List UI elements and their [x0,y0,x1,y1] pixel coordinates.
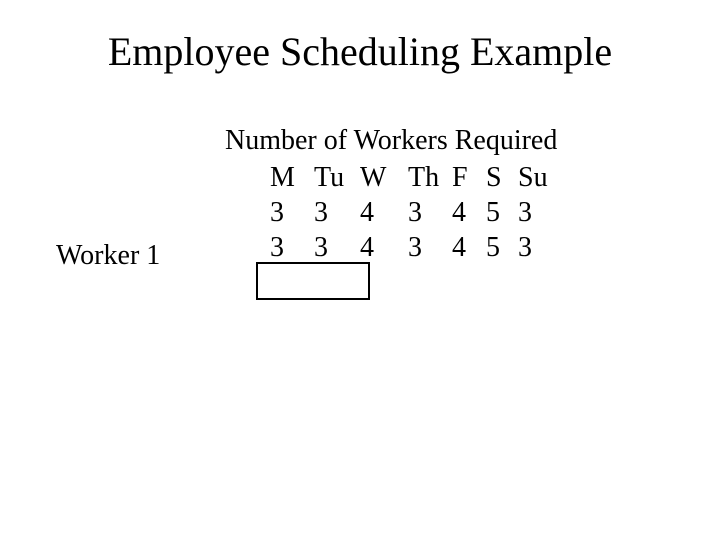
w1-tu: 3 [314,232,360,264]
header-th: Th [408,162,452,194]
header-su: Su [518,162,560,194]
header-row: M Tu W Th F S Su [268,160,560,195]
highlight-box [256,262,370,300]
req-th: 3 [408,197,452,229]
worker1-row: 3 3 4 3 4 5 3 [268,230,560,265]
header-tu: Tu [314,162,360,194]
header-m: M [268,162,314,194]
req-tu: 3 [314,197,360,229]
w1-m: 3 [268,232,314,264]
slide-title: Employee Scheduling Example [0,0,720,75]
table-subtitle: Number of Workers Required [225,125,557,157]
w1-su: 3 [518,232,560,264]
w1-f: 4 [452,232,486,264]
w1-s: 5 [486,232,518,264]
header-f: F [452,162,486,194]
schedule-table: M Tu W Th F S Su 3 3 4 3 4 5 3 3 3 4 3 4… [268,160,560,265]
req-s: 5 [486,197,518,229]
w1-th: 3 [408,232,452,264]
header-s: S [486,162,518,194]
req-su: 3 [518,197,560,229]
req-w: 4 [360,197,408,229]
worker-1-label: Worker 1 [56,240,160,272]
req-f: 4 [452,197,486,229]
header-w: W [360,162,408,194]
req-m: 3 [268,197,314,229]
required-row: 3 3 4 3 4 5 3 [268,195,560,230]
w1-w: 4 [360,232,408,264]
